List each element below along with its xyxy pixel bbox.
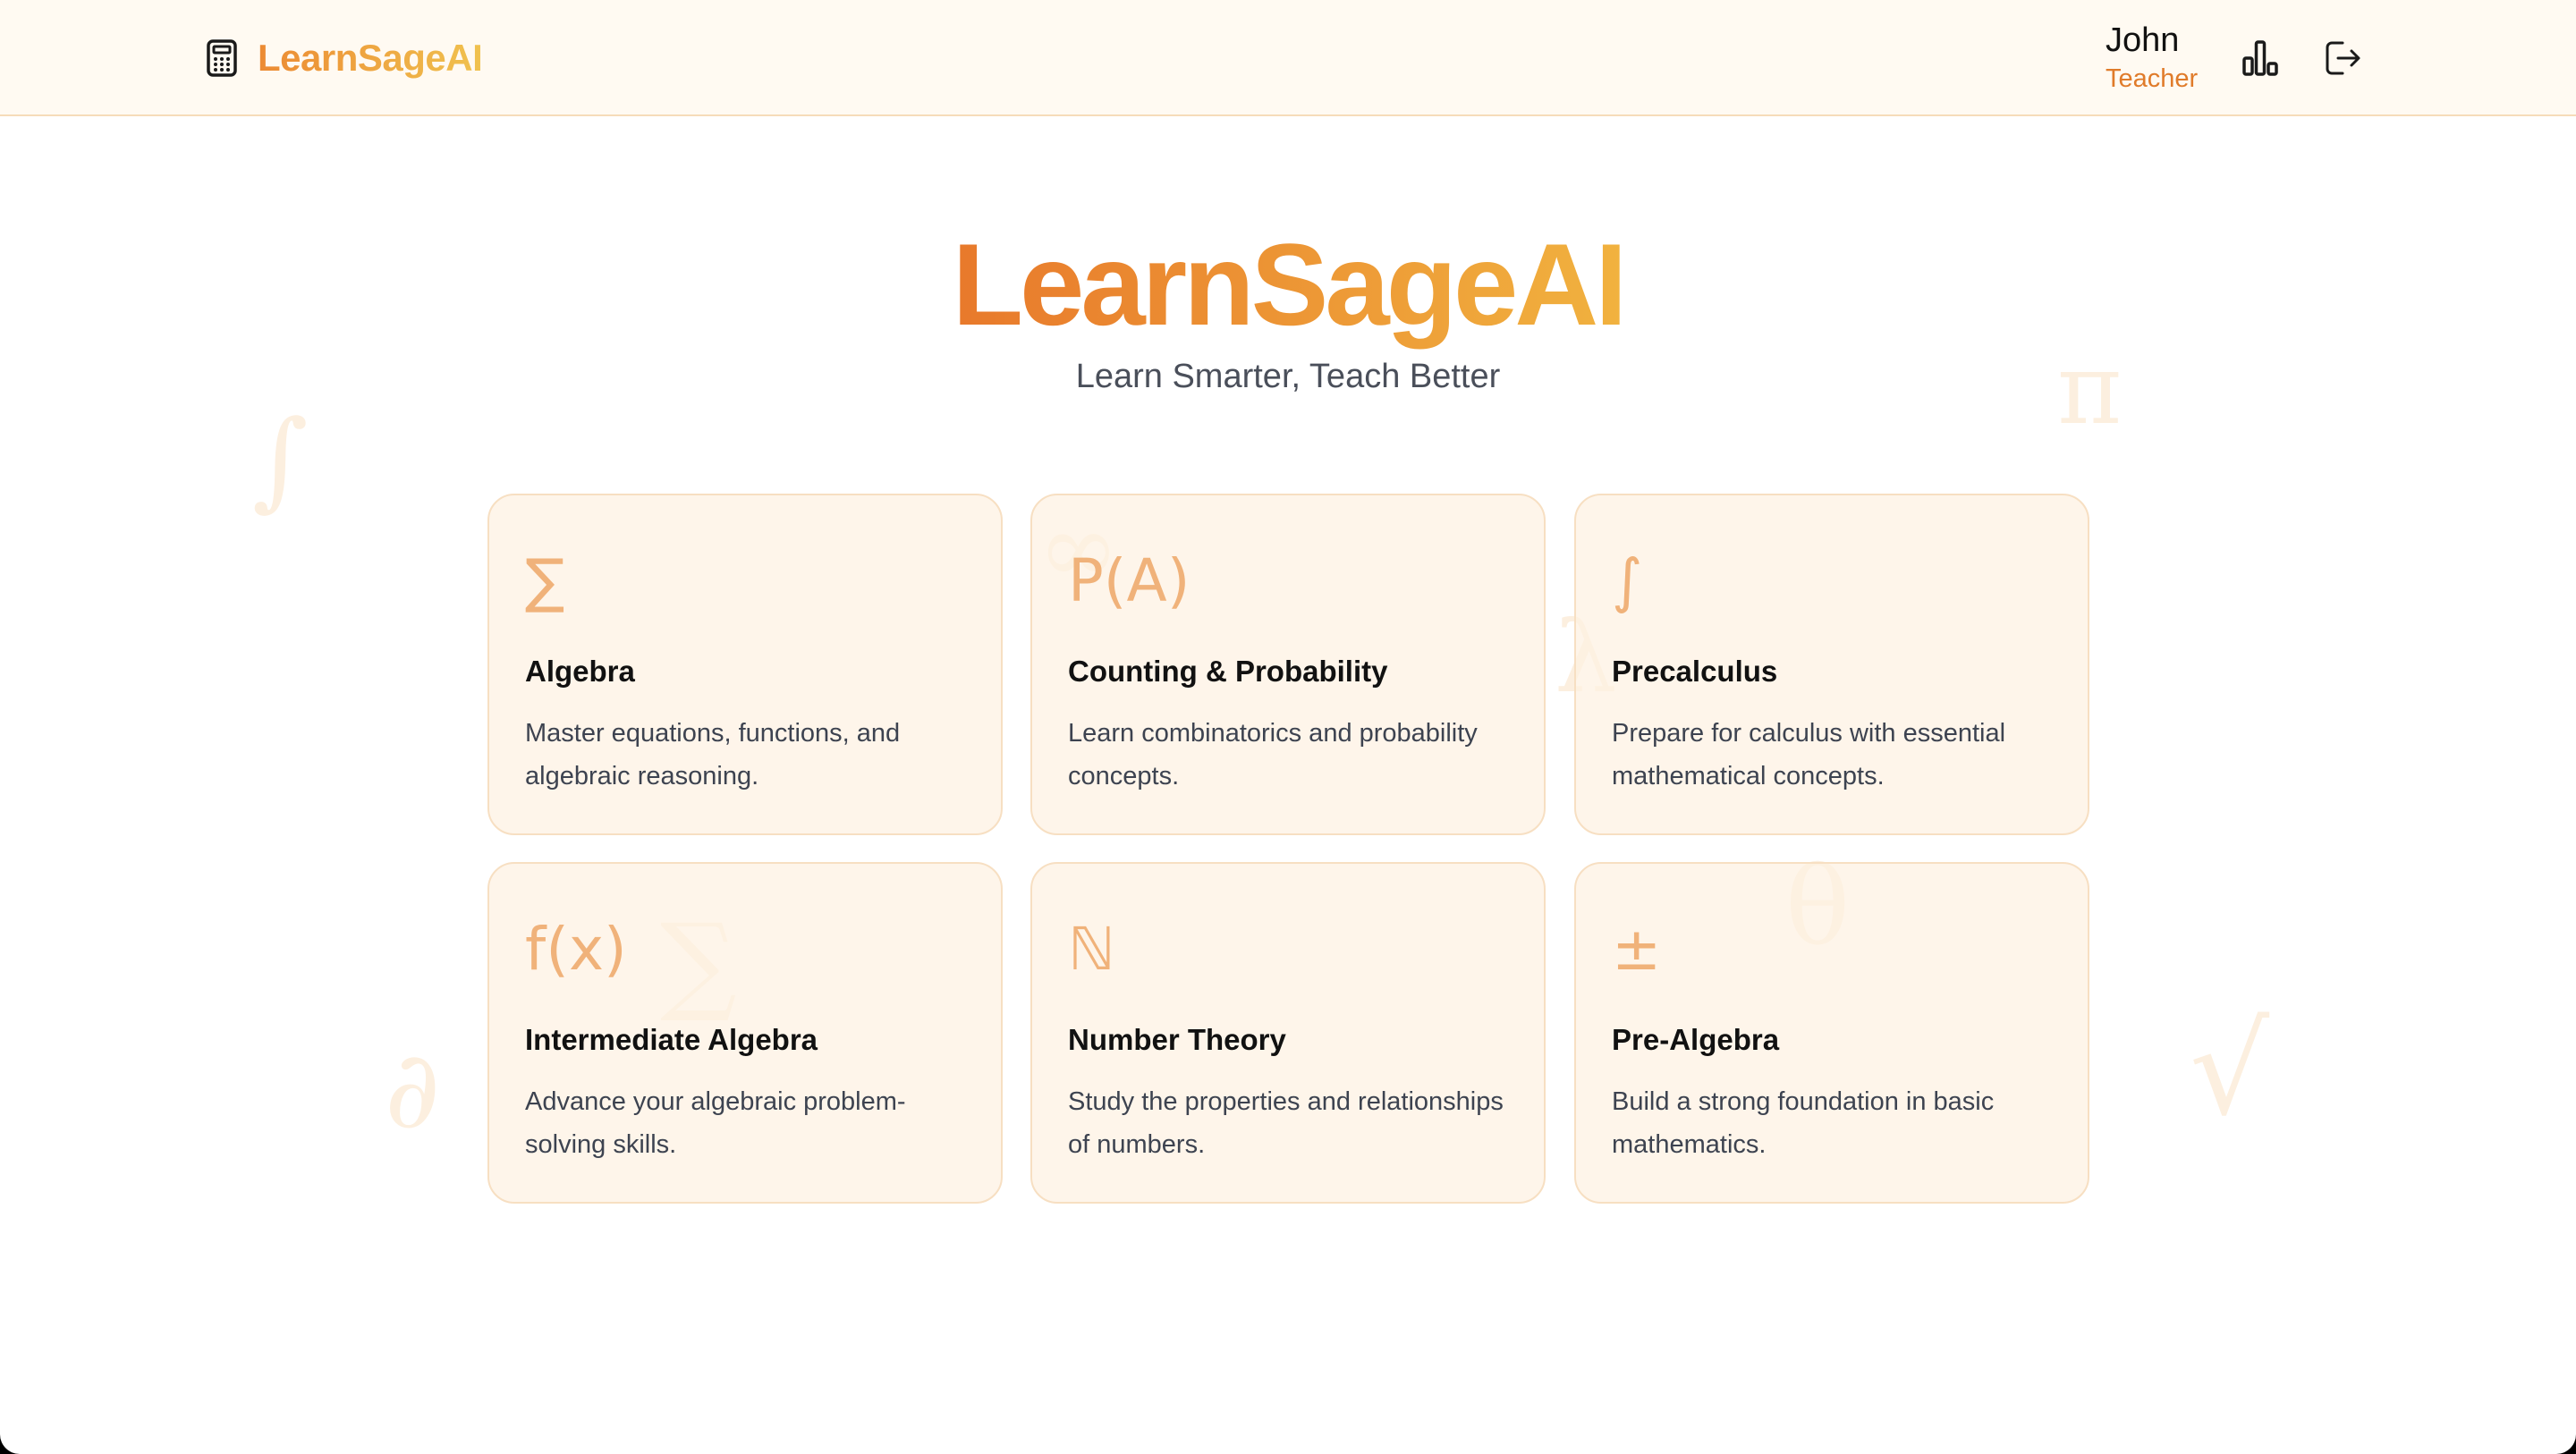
course-description: Build a strong foundation in basic mathe… [1612, 1087, 1995, 1159]
bg-integral-symbol: ∫ [252, 398, 309, 522]
user-name: John [2106, 21, 2180, 59]
course-title: Pre-Algebra [1612, 1023, 1780, 1056]
stats-button[interactable] [2238, 36, 2283, 80]
course-title: Precalculus [1612, 655, 1778, 688]
course-title: Number Theory [1068, 1023, 1286, 1056]
course-symbol: ∑ [525, 546, 565, 615]
course-title: Intermediate Algebra [525, 1023, 818, 1056]
course-symbol: P(A) [1068, 546, 1191, 615]
course-description: Learn combinatorics and probability conc… [1068, 719, 1478, 790]
course-card-precalculus[interactable]: ∫ Precalculus Prepare for calculus with … [1574, 494, 2089, 835]
course-card-algebra[interactable]: ∑ Algebra Master equations, functions, a… [487, 494, 1003, 835]
bg-partial-symbol: ∂ [385, 1028, 441, 1153]
bg-sqrt-symbol: √ [2190, 998, 2270, 1144]
hero-title: LearnSageAI [952, 219, 1628, 350]
hero-subtitle: Learn Smarter, Teach Better [1075, 358, 1501, 395]
user-info: John Teacher [2106, 20, 2198, 95]
course-card-counting-probability[interactable]: P(A) Counting & Probability Learn combin… [1030, 494, 1546, 835]
course-description: Advance your algebraic problem-solving s… [525, 1087, 906, 1159]
course-card-pre-algebra[interactable]: ± Pre-Algebra Build a strong foundation … [1574, 862, 2089, 1204]
calculator-icon [207, 39, 237, 77]
course-symbol: ∫ [1612, 546, 1643, 615]
top-navbar: LearnSageAI John Teacher [0, 0, 2576, 116]
bar-chart-icon [2242, 40, 2278, 76]
course-symbol: ± [1612, 915, 1662, 984]
course-symbol: f(x) [525, 915, 627, 984]
course-description: Master equations, functions, and algebra… [525, 719, 901, 790]
app-window: ∫ π ∞ λ ∑ θ ∂ √ LearnSageAI John Teacher [0, 0, 2576, 1454]
course-card-number-theory[interactable]: ℕ Number Theory Study the properties and… [1030, 862, 1546, 1204]
course-symbol: ℕ [1068, 915, 1115, 984]
brand-name: LearnSageAI [258, 37, 483, 79]
course-title: Algebra [525, 655, 635, 688]
course-description: Study the properties and relationships o… [1068, 1087, 1504, 1159]
logout-button[interactable] [2320, 36, 2365, 80]
course-card-intermediate-algebra[interactable]: f(x) Intermediate Algebra Advance your a… [487, 862, 1003, 1204]
course-description: Prepare for calculus with essential math… [1612, 719, 2006, 790]
brand-logo[interactable]: LearnSageAI [206, 37, 483, 79]
logout-icon [2326, 41, 2360, 75]
course-title: Counting & Probability [1068, 655, 1388, 688]
user-role: Teacher [2106, 64, 2199, 93]
